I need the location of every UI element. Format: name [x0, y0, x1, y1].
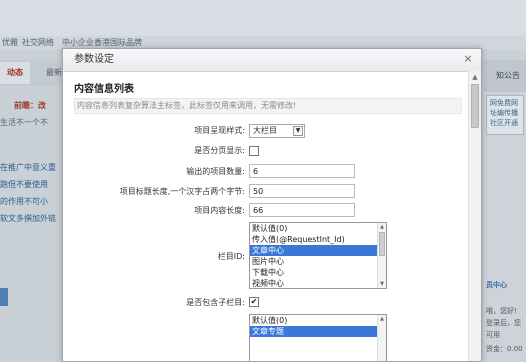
bg-text: 生活不一个不	[0, 118, 48, 127]
scroll-thumb[interactable]	[471, 84, 479, 128]
bg-member-text: 哦，您好!	[486, 307, 517, 315]
dialog-scrollbar[interactable]: ▲	[468, 71, 481, 361]
list-option[interactable]: 下载中心	[250, 267, 386, 278]
display-style-label: 项目呈现样式:	[194, 126, 245, 135]
dialog-titlebar[interactable]: 参数设定 ×	[63, 49, 481, 72]
bg-notice-line[interactable]: 社区开通	[490, 118, 523, 128]
section-title: 内容信息列表	[74, 84, 134, 95]
bg-headline[interactable]: 前瞻：改	[14, 100, 46, 111]
list-option[interactable]: 传入值(@RequestInt_Id)	[250, 234, 386, 245]
item-count-input[interactable]	[249, 164, 355, 178]
column-id-label: 栏目ID:	[217, 252, 245, 261]
bg-link[interactable]: 跑但不要使用	[0, 179, 48, 190]
scroll-up-icon[interactable]: ▲	[378, 315, 386, 323]
include-subcolumns-checkbox[interactable]: ✔	[249, 297, 259, 307]
scroll-down-icon[interactable]: ▼	[378, 280, 386, 288]
bg-link[interactable]: 在推广中意义重	[0, 162, 56, 173]
content-length-label: 项目内容长度:	[194, 206, 245, 215]
bg-tab[interactable]: 最新	[46, 62, 62, 84]
bg-member-text: 登录后，您	[486, 319, 521, 327]
bg-tab-active[interactable]: 动态	[0, 62, 30, 84]
bg-right-header: 知公告	[484, 60, 526, 92]
list-option[interactable]: 默认值(0)	[250, 223, 386, 234]
paging-checkbox[interactable]	[249, 146, 259, 156]
title-length-label: 项目标题长度,一个汉字占两个字节:	[119, 187, 245, 196]
listbox-scrollbar[interactable]: ▲	[377, 315, 386, 361]
title-length-input[interactable]	[249, 184, 355, 198]
section-description: 内容信息列表复杂算法主标签，此标签仅用来调用，无需修改!	[74, 98, 462, 114]
settings-dialog: 参数设定 × 内容信息列表 内容信息列表复杂算法主标签，此标签仅用来调用，无需修…	[62, 48, 482, 362]
column-id-listbox[interactable]: 默认值(0) 传入值(@RequestInt_Id) 文章中心 图片中心 下载中…	[249, 222, 387, 289]
listbox-scrollbar[interactable]: ▲ ▼	[377, 223, 386, 288]
chevron-down-icon[interactable]: ▼	[293, 126, 303, 136]
list-option[interactable]: 视频中心	[250, 278, 386, 288]
scroll-up-icon[interactable]: ▲	[378, 223, 386, 231]
bg-link[interactable]: 软文多撰加外链	[0, 213, 56, 224]
bg-notice-line[interactable]: 网免费网	[490, 98, 523, 108]
bg-right-notice: 网免费网 址编传播 社区开通	[486, 95, 524, 135]
bg-member-title: 员中心	[486, 281, 507, 289]
display-style-select[interactable]: 大栏目 ▼	[249, 124, 305, 138]
list-option-selected[interactable]: 文章专题	[250, 326, 386, 337]
bg-header	[0, 0, 526, 36]
dialog-body: 内容信息列表 内容信息列表复杂算法主标签，此标签仅用来调用，无需修改! 项目呈现…	[63, 71, 469, 361]
scroll-up-icon[interactable]: ▲	[469, 71, 481, 83]
list-option[interactable]: 默认值(0)	[250, 315, 386, 326]
item-count-label: 输出的项目数量:	[186, 167, 245, 176]
content-length-input[interactable]	[249, 203, 355, 217]
special-id-listbox[interactable]: 默认值(0) 文章专题 ▲	[249, 314, 387, 361]
paging-label: 是否分页显示:	[194, 146, 245, 155]
bg-left-button[interactable]	[0, 288, 8, 306]
close-icon[interactable]: ×	[461, 51, 475, 67]
scroll-thumb[interactable]	[379, 232, 385, 256]
bg-notice-line[interactable]: 址编传播	[490, 108, 523, 118]
list-option-selected[interactable]: 文章中心	[250, 245, 386, 256]
bg-link[interactable]: 优雅	[2, 36, 18, 50]
dialog-title: 参数设定	[74, 54, 114, 65]
bg-member-text: 可用	[486, 331, 500, 339]
list-option[interactable]: 图片中心	[250, 256, 386, 267]
include-subcolumns-label: 是否包含子栏目:	[186, 298, 245, 307]
bg-member-text: 资金：0.00	[486, 345, 523, 353]
bg-link[interactable]: 社交网络	[22, 36, 54, 50]
bg-link[interactable]: 的作用不可小	[0, 196, 48, 207]
display-style-value: 大栏目	[253, 126, 277, 135]
